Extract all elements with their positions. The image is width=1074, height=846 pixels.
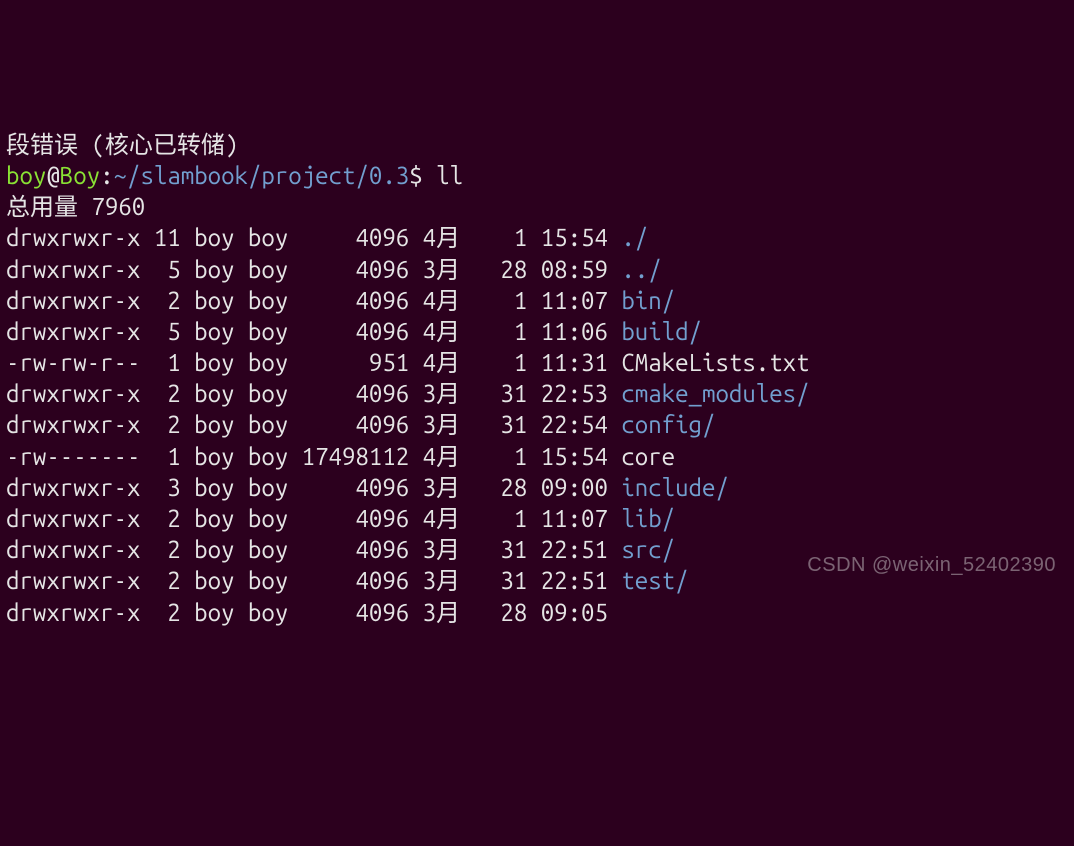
total-line: 总用量 7960 (6, 191, 1068, 222)
list-item: drwxrwxr-x 2 boy boy 4096 4月 1 11:07 bin… (6, 285, 1068, 316)
file-name: build/ (621, 318, 702, 345)
file-meta: drwxrwxr-x 11 boy boy 4096 4月 1 15:54 (6, 224, 621, 251)
list-item: drwxrwxr-x 2 boy boy 4096 3月 31 22:54 co… (6, 409, 1068, 440)
file-name: CMakeLists.txt (621, 349, 809, 376)
prompt-dollar: $ (409, 162, 422, 189)
file-name: test/ (621, 567, 688, 594)
total-label: 总用量 (6, 193, 78, 220)
file-meta: drwxrwxr-x 2 boy boy 4096 3月 31 22:51 (6, 567, 621, 594)
file-name: src/ (621, 536, 675, 563)
total-value: 7960 (91, 193, 145, 220)
file-name: bin/ (621, 287, 675, 314)
file-name: lib/ (621, 505, 675, 532)
file-meta: drwxrwxr-x 2 boy boy 4096 3月 28 09:05 (6, 599, 621, 626)
prompt-host: Boy (60, 162, 100, 189)
watermark: CSDN @weixin_52402390 (807, 552, 1056, 578)
file-meta: drwxrwxr-x 2 boy boy 4096 3月 31 22:54 (6, 411, 621, 438)
file-meta: -rw------- 1 boy boy 17498112 4月 1 15:54 (6, 443, 621, 470)
prompt-colon: : (100, 162, 113, 189)
prompt-user: boy (6, 162, 46, 189)
list-item: drwxrwxr-x 2 boy boy 4096 3月 31 22:53 cm… (6, 378, 1068, 409)
file-meta: drwxrwxr-x 2 boy boy 4096 3月 31 22:53 (6, 380, 621, 407)
list-item: -rw-rw-r-- 1 boy boy 951 4月 1 11:31 CMak… (6, 347, 1068, 378)
prompt-at: @ (46, 162, 59, 189)
list-item: drwxrwxr-x 5 boy boy 4096 4月 1 11:06 bui… (6, 316, 1068, 347)
file-name: cmake_modules/ (621, 380, 809, 407)
file-meta: drwxrwxr-x 2 boy boy 4096 4月 1 11:07 (6, 287, 621, 314)
list-item: drwxrwxr-x 2 boy boy 4096 3月 28 09:05 (6, 597, 1068, 628)
file-name: include/ (621, 474, 729, 501)
file-meta: drwxrwxr-x 3 boy boy 4096 3月 28 09:00 (6, 474, 621, 501)
file-meta: drwxrwxr-x 2 boy boy 4096 3月 31 22:51 (6, 536, 621, 563)
command: ll (436, 162, 463, 189)
prompt-space (423, 162, 436, 189)
file-meta: -rw-rw-r-- 1 boy boy 951 4月 1 11:31 (6, 349, 621, 376)
file-name: config/ (621, 411, 715, 438)
list-item: drwxrwxr-x 5 boy boy 4096 3月 28 08:59 ..… (6, 254, 1068, 285)
prompt-line: boy@Boy:~/slambook/project/0.3$ ll (6, 160, 1068, 191)
file-meta: drwxrwxr-x 2 boy boy 4096 4月 1 11:07 (6, 505, 621, 532)
file-name: ./ (621, 224, 648, 251)
file-name: core (621, 443, 675, 470)
list-item: drwxrwxr-x 3 boy boy 4096 3月 28 09:00 in… (6, 472, 1068, 503)
file-meta: drwxrwxr-x 5 boy boy 4096 3月 28 08:59 (6, 256, 621, 283)
list-item: drwxrwxr-x 2 boy boy 4096 4月 1 11:07 lib… (6, 503, 1068, 534)
file-meta: drwxrwxr-x 5 boy boy 4096 4月 1 11:06 (6, 318, 621, 345)
file-name: ../ (621, 256, 661, 283)
error-line: 段错误 (核心已转储) (6, 129, 1068, 160)
prompt-path: ~/slambook/project/0.3 (114, 162, 410, 189)
list-item: -rw------- 1 boy boy 17498112 4月 1 15:54… (6, 441, 1068, 472)
list-item: drwxrwxr-x 11 boy boy 4096 4月 1 15:54 ./ (6, 222, 1068, 253)
